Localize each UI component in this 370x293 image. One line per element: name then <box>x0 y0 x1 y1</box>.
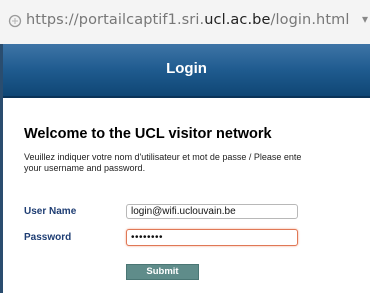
page-title: Login <box>166 60 207 77</box>
url-prefix: https://portailcaptif1.sri. <box>26 12 205 28</box>
submit-button[interactable]: Submit <box>126 264 199 280</box>
url-host: ucl.ac.be <box>204 12 271 28</box>
browser-window: https://portailcaptif1.sri.ucl.ac.be/log… <box>0 0 370 293</box>
username-input[interactable] <box>126 204 298 219</box>
welcome-heading: Welcome to the UCL visitor network <box>24 126 272 142</box>
url-text[interactable]: https://portailcaptif1.sri.ucl.ac.be/log… <box>26 12 349 28</box>
instructions-line-1: Veuillez indiquer votre nom d'utilisateu… <box>24 152 302 162</box>
password-label: Password <box>24 232 72 243</box>
address-bar[interactable]: https://portailcaptif1.sri.ucl.ac.be/log… <box>0 0 370 45</box>
dropdown-chevron-icon[interactable]: ▾ <box>362 12 368 26</box>
password-input[interactable] <box>126 229 298 246</box>
url-path: /login.html <box>270 12 350 28</box>
username-label: User Name <box>24 206 77 217</box>
instructions-line-2: your username and password. <box>24 163 146 173</box>
instructions-text: Veuillez indiquer votre nom d'utilisateu… <box>24 152 370 174</box>
page-header: Login <box>3 44 370 98</box>
site-identity-icon[interactable] <box>8 14 22 28</box>
